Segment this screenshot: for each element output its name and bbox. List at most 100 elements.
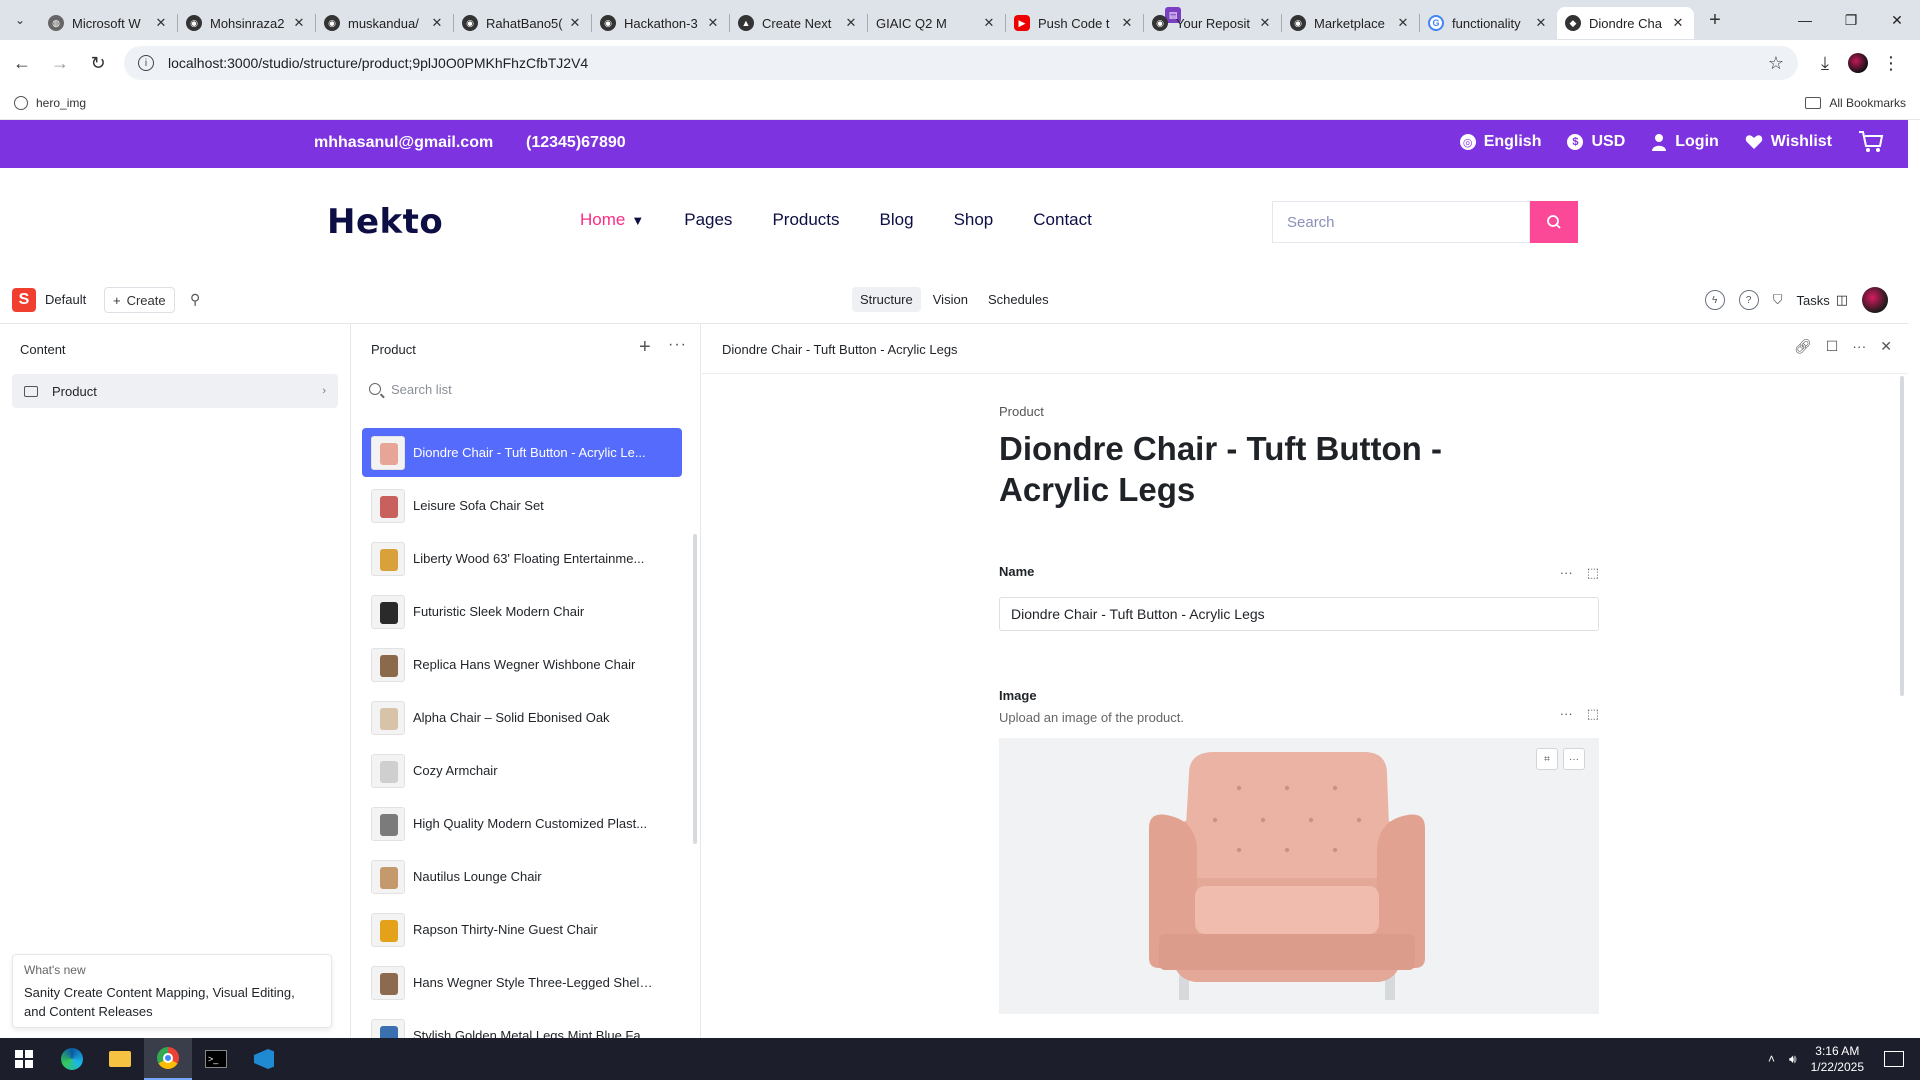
- site-logo[interactable]: Hekto: [327, 202, 443, 242]
- vscode-icon[interactable]: [240, 1038, 288, 1080]
- tab-vision[interactable]: Vision: [925, 287, 976, 312]
- close-tab-icon[interactable]: ✕: [1119, 15, 1135, 31]
- tasks-button[interactable]: Tasks ◫: [1796, 292, 1848, 308]
- nav-shop[interactable]: Shop: [954, 210, 994, 230]
- profile-avatar[interactable]: [1848, 53, 1868, 73]
- comment-icon[interactable]: ☐: [1826, 338, 1839, 355]
- add-document-icon[interactable]: +: [639, 336, 651, 359]
- forward-button[interactable]: →: [44, 47, 76, 79]
- close-tab-icon[interactable]: ✕: [429, 15, 445, 31]
- list-item[interactable]: Nautilus Lounge Chair: [362, 852, 682, 901]
- list-item[interactable]: Leisure Sofa Chair Set: [362, 481, 682, 530]
- currency-selector[interactable]: $ USD: [1567, 133, 1625, 151]
- browser-tab[interactable]: ◆ Diondre Cha ✕: [1557, 7, 1694, 39]
- tab-schedules[interactable]: Schedules: [980, 287, 1057, 312]
- close-tab-icon[interactable]: ✕: [153, 15, 169, 31]
- close-tab-icon[interactable]: ✕: [843, 15, 859, 31]
- site-search-button[interactable]: [1530, 201, 1578, 243]
- download-icon[interactable]: ⤓: [1808, 46, 1842, 80]
- user-avatar[interactable]: [1862, 287, 1888, 313]
- browser-tab[interactable]: ▤ GIAIC Q2 M ✕: [868, 7, 1181, 39]
- bookmark-hero-img[interactable]: hero_img: [14, 95, 86, 110]
- bookmark-star-icon[interactable]: ☆: [1768, 53, 1784, 74]
- field-comment-icon[interactable]: ⬚: [1587, 565, 1599, 581]
- clock[interactable]: 3:16 AM 1/22/2025: [1811, 1043, 1864, 1075]
- browser-tab[interactable]: Gfunctionality ✕: [1420, 7, 1557, 39]
- notifications-icon[interactable]: [1884, 1051, 1904, 1067]
- list-item[interactable]: High Quality Modern Customized Plast...: [362, 799, 682, 848]
- file-explorer-icon[interactable]: [96, 1038, 144, 1080]
- browser-tab[interactable]: ▶ Push Code t ✕: [1006, 7, 1143, 39]
- new-tab-button[interactable]: +: [1698, 9, 1732, 32]
- close-tab-icon[interactable]: ✕: [1257, 15, 1273, 31]
- image-preview[interactable]: ⌗ ···: [999, 738, 1599, 1014]
- tab-structure[interactable]: Structure: [852, 287, 921, 312]
- list-item[interactable]: Diondre Chair - Tuft Button - Acrylic Le…: [362, 428, 682, 477]
- language-selector[interactable]: ◎ English: [1459, 133, 1541, 151]
- close-tab-icon[interactable]: ✕: [1670, 15, 1686, 31]
- bolt-icon[interactable]: ϟ: [1704, 290, 1725, 310]
- close-tab-icon[interactable]: ✕: [705, 15, 721, 31]
- more-options-icon[interactable]: ···: [668, 336, 687, 354]
- browser-tab[interactable]: ◉ RahatBano5(✕: [454, 7, 591, 39]
- close-tab-icon[interactable]: ✕: [1395, 15, 1411, 31]
- list-item[interactable]: Liberty Wood 63' Floating Entertainme...: [362, 534, 682, 583]
- volume-icon[interactable]: 🔊︎: [1789, 1052, 1797, 1067]
- site-search-input[interactable]: Search: [1272, 201, 1530, 243]
- presence-icon[interactable]: ⛉: [1773, 292, 1783, 308]
- list-item[interactable]: Cozy Armchair: [362, 746, 682, 795]
- content-item-product[interactable]: Product ›: [12, 374, 338, 408]
- tray-chevron-icon[interactable]: ˄: [1768, 1052, 1775, 1066]
- list-item[interactable]: Alpha Chair – Solid Ebonised Oak: [362, 693, 682, 742]
- name-input[interactable]: Diondre Chair - Tuft Button - Acrylic Le…: [999, 597, 1599, 631]
- browser-tab[interactable]: ◉ Mohsinraza2 ✕: [178, 7, 315, 39]
- help-icon[interactable]: ?: [1738, 290, 1759, 310]
- tab-search-chevron-icon[interactable]: ⌄: [0, 0, 40, 40]
- browser-tab[interactable]: ◉ Marketplace ✕: [1282, 7, 1419, 39]
- site-info-icon[interactable]: i: [138, 55, 154, 71]
- create-button[interactable]: + Create: [104, 287, 175, 313]
- start-button[interactable]: [0, 1038, 48, 1080]
- list-item[interactable]: Futuristic Sleek Modern Chair: [362, 587, 682, 636]
- nav-home[interactable]: Home ▼: [580, 210, 644, 230]
- browser-menu-icon[interactable]: ⋮: [1874, 46, 1908, 80]
- close-icon[interactable]: ✕: [1880, 338, 1892, 355]
- browser-tab[interactable]: ▲ Create Next ✕: [730, 7, 867, 39]
- nav-blog[interactable]: Blog: [880, 210, 914, 230]
- sanity-logo-icon[interactable]: S: [12, 288, 36, 312]
- close-tab-icon[interactable]: ✕: [1533, 15, 1549, 31]
- workspace-name[interactable]: Default: [45, 292, 86, 307]
- field-more-icon[interactable]: ···: [1560, 706, 1573, 722]
- all-bookmarks[interactable]: All Bookmarks: [1805, 96, 1906, 110]
- document-scrollbar[interactable]: [1900, 376, 1904, 696]
- browser-tab[interactable]: ◍ Microsoft W ✕: [40, 7, 177, 39]
- close-tab-icon[interactable]: ✕: [567, 15, 583, 31]
- back-button[interactable]: ←: [6, 47, 38, 79]
- field-more-icon[interactable]: ···: [1560, 565, 1573, 581]
- edge-icon[interactable]: [48, 1038, 96, 1080]
- close-tab-icon[interactable]: ✕: [291, 15, 307, 31]
- list-item[interactable]: Hans Wegner Style Three-Legged Shell...: [362, 958, 682, 1007]
- list-scrollbar[interactable]: [693, 534, 697, 844]
- address-bar[interactable]: i localhost:3000/studio/structure/produc…: [124, 46, 1798, 80]
- cart-icon[interactable]: [1858, 130, 1884, 154]
- terminal-icon[interactable]: >_: [192, 1038, 240, 1080]
- close-window-button[interactable]: ✕: [1874, 0, 1920, 40]
- whats-new-card[interactable]: What's new Sanity Create Content Mapping…: [12, 954, 332, 1028]
- minimize-button[interactable]: —: [1782, 0, 1828, 40]
- chrome-icon[interactable]: [144, 1038, 192, 1080]
- login-link[interactable]: Login: [1651, 133, 1719, 151]
- browser-tab[interactable]: ◉ Hackathon-3 ✕: [592, 7, 729, 39]
- reload-button[interactable]: ↻: [82, 47, 114, 79]
- field-comment-icon[interactable]: ⬚: [1587, 706, 1599, 722]
- browser-tab[interactable]: ◉ Your Reposit ✕: [1144, 7, 1281, 39]
- restore-button[interactable]: ❐: [1828, 0, 1874, 40]
- list-item[interactable]: Stylish Golden Metal Legs Mint Blue Fa..…: [362, 1011, 682, 1038]
- nav-pages[interactable]: Pages: [684, 210, 732, 230]
- studio-search-icon[interactable]: ⚲: [190, 291, 200, 308]
- list-item[interactable]: Rapson Thirty-Nine Guest Chair: [362, 905, 682, 954]
- list-item[interactable]: Replica Hans Wegner Wishbone Chair: [362, 640, 682, 689]
- list-search[interactable]: Search list: [369, 374, 452, 404]
- close-tab-icon[interactable]: ✕: [981, 15, 997, 31]
- link-icon[interactable]: 🔗︎: [1794, 338, 1812, 355]
